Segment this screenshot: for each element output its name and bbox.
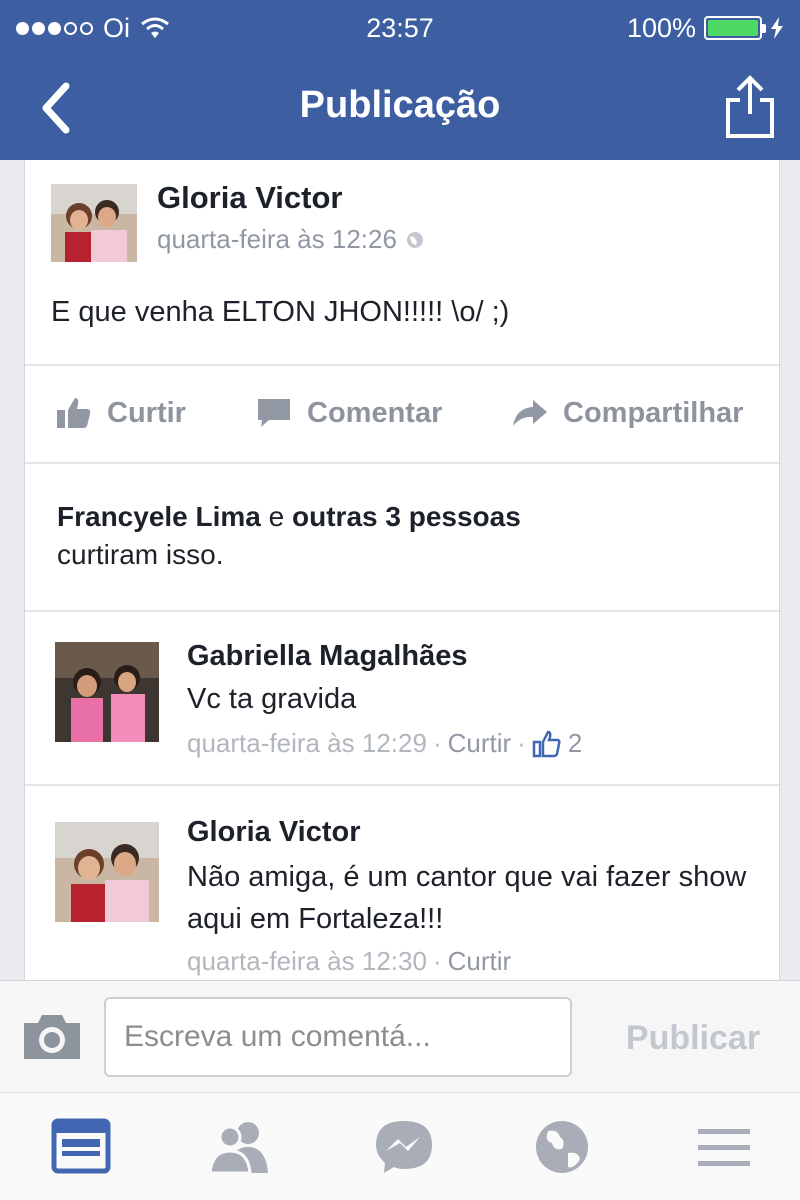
comment-item: Gloria Victor Não amiga, é um cantor que… — [25, 786, 779, 980]
meta-separator: · — [432, 946, 442, 976]
post-author[interactable]: Gloria Victor — [157, 180, 343, 216]
comment-meta: quarta-feira às 12:30 · Curtir — [187, 946, 511, 977]
comment-time: quarta-feira às 12:30 — [187, 946, 427, 976]
meta-separator: · — [432, 728, 442, 758]
comment-text: Não amiga, é um cantor que vai fazer sho… — [187, 861, 747, 935]
charging-icon — [771, 17, 783, 39]
thumbs-up-icon — [532, 730, 561, 757]
page-title: Publicação — [299, 84, 501, 126]
comment-like-link[interactable]: Curtir — [448, 946, 512, 977]
battery-percent: 100% — [626, 12, 696, 43]
like-button[interactable]: Curtir — [55, 396, 186, 430]
commenter-avatar[interactable] — [55, 642, 159, 742]
comment-like-link[interactable]: Curtir — [448, 728, 512, 759]
likes-summary[interactable]: Francyele Lima e outras 3 pessoas curtir… — [57, 498, 521, 574]
comment-text: Vc ta gravida — [187, 683, 357, 715]
menu-icon[interactable] — [692, 1117, 756, 1177]
comment-item: Gabriella Magalhães Vc ta gravida quarta… — [25, 612, 779, 784]
comment-time: quarta-feira às 12:29 — [187, 728, 427, 758]
comment-button[interactable]: Comentar — [255, 396, 442, 430]
like-label: Curtir — [107, 396, 186, 429]
share-arrow-icon — [513, 400, 547, 426]
meta-separator: · — [517, 728, 526, 758]
share-button[interactable]: Compartilhar — [511, 396, 743, 430]
battery-icon — [704, 16, 766, 40]
likes-connector: e — [260, 501, 293, 532]
likes-suffix: curtiram isso. — [57, 539, 224, 570]
publish-button[interactable]: Publicar — [598, 1011, 788, 1065]
public-globe-icon — [406, 231, 423, 248]
author-avatar[interactable] — [51, 184, 137, 262]
carrier-name: Oi — [103, 12, 130, 43]
commenter-avatar[interactable] — [55, 822, 159, 922]
divider — [25, 462, 779, 464]
thumbs-up-icon — [57, 398, 91, 428]
comment-author[interactable]: Gabriella Magalhães — [187, 640, 467, 673]
comment-meta: quarta-feira às 12:29 · Curtir · 2 — [187, 728, 582, 759]
camera-icon[interactable] — [20, 1011, 84, 1063]
news-feed-icon[interactable] — [50, 1117, 114, 1177]
signal-icon — [16, 21, 93, 35]
likers-name: Francyele Lima — [57, 501, 261, 532]
comment-icon — [258, 399, 290, 427]
wifi-icon — [141, 17, 169, 38]
comment-label: Comentar — [307, 396, 443, 429]
status-left: Oi — [16, 13, 170, 44]
status-bar: Oi 23:57 100% — [0, 0, 800, 56]
friend-requests-icon[interactable] — [208, 1117, 272, 1177]
messenger-icon[interactable] — [372, 1117, 436, 1177]
comment-input[interactable] — [104, 997, 572, 1077]
share-icon[interactable] — [722, 74, 778, 140]
post-timestamp: quarta-feira às 12:26 — [157, 224, 425, 255]
post-actions: Curtir Comentar Compartilhar — [25, 366, 779, 462]
comment-like-count: 2 — [567, 728, 583, 758]
likers-others: outras 3 pessoas — [292, 501, 521, 532]
tab-bar — [0, 1092, 800, 1200]
comment-composer: Publicar — [0, 980, 800, 1092]
status-right: 100% — [627, 13, 784, 44]
post-time-text: quarta-feira às 12:26 — [157, 224, 397, 254]
post-body: E que venha ELTON JHON!!!!! \o/ ;) — [51, 296, 510, 328]
comment-author[interactable]: Gloria Victor — [187, 816, 361, 849]
nav-bar: Publicação — [0, 56, 800, 160]
post-card: Gloria Victor quarta-feira às 12:26 E qu… — [24, 160, 780, 980]
share-label: Compartilhar — [563, 396, 744, 429]
globe-icon[interactable] — [530, 1117, 594, 1177]
